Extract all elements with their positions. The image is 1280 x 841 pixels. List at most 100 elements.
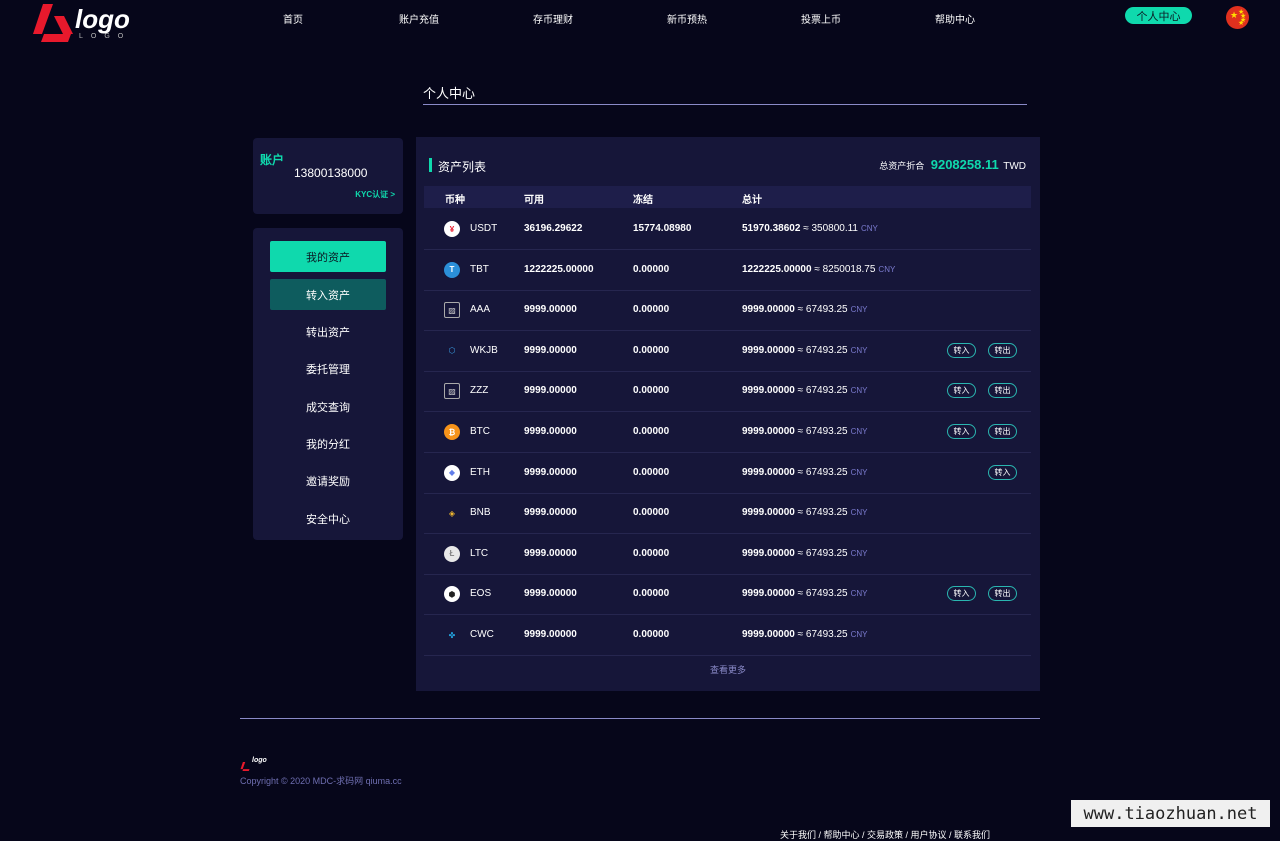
total-amount: 9999.00000 ≈ 67493.25 CNY — [742, 507, 868, 518]
coin-symbol: CWC — [470, 629, 494, 640]
total-amount-value: 9999.00000 — [742, 588, 795, 600]
footer-links[interactable]: 关于我们 / 帮助中心 / 交易政策 / 用户协议 / 联系我们 — [780, 828, 990, 841]
menu-invite[interactable]: 邀请奖励 — [270, 465, 386, 496]
nav-help[interactable]: 帮助中心 — [935, 11, 975, 26]
total-amount: 9999.00000 ≈ 67493.25 CNY — [742, 588, 868, 599]
approx-value: ≈ 67493.25 — [797, 547, 848, 559]
nav-vote-listing[interactable]: 投票上币 — [801, 11, 841, 26]
menu-orders[interactable]: 委托管理 — [270, 353, 386, 384]
table-row: ▨ ZZZ 9999.00000 0.00000 9999.00000 ≈ 67493.… — [424, 371, 1031, 413]
available-amount: 9999.00000 — [524, 629, 577, 640]
cn-flag-icon[interactable]: ★ ★ ★ ★ ★ — [1226, 6, 1249, 29]
total-amount-value: 51970.38602 — [742, 223, 801, 234]
top-header: logo LOGO 首页 账户充值 存币理财 新币预热 投票上币 帮助中心 个人… — [0, 0, 1280, 42]
view-more-link[interactable]: 查看更多 — [416, 663, 1040, 676]
frozen-amount: 0.00000 — [633, 507, 670, 519]
coin-symbol: BNB — [470, 507, 491, 519]
currency-unit: CNY — [850, 589, 868, 599]
total-amount-value: 9999.00000 — [742, 547, 795, 559]
menu-security[interactable]: 安全中心 — [270, 503, 386, 534]
coin-symbol: ZZZ — [470, 385, 489, 397]
nav-home[interactable]: 首页 — [283, 11, 303, 26]
frozen-amount: 0.00000 — [633, 385, 670, 397]
tbt-icon: T — [444, 261, 460, 278]
transfer-out-button[interactable]: 转出 — [988, 342, 1017, 358]
total-amount-value: 9999.00000 — [742, 426, 795, 437]
broken-image-icon: ▨ — [444, 383, 460, 400]
menu-my-assets[interactable]: 我的资产 — [270, 241, 386, 272]
asset-panel: 资产列表 总资产折合 9208258.11 TWD 币种 可用 冻结 总计 ¥ U… — [416, 137, 1040, 691]
available-amount: 9999.00000 — [524, 304, 577, 316]
nav-savings[interactable]: 存币理财 — [533, 11, 573, 26]
transfer-in-button[interactable]: 转入 — [947, 383, 976, 399]
frozen-amount: 0.00000 — [633, 304, 670, 316]
coin-symbol: USDT — [470, 223, 498, 234]
total-amount: 51970.38602 ≈ 350800.11 CNY — [742, 223, 878, 234]
total-amount-value: 1222225.00000 — [742, 263, 812, 275]
logo-mark-icon — [33, 4, 73, 42]
bnb-icon: ◈ — [448, 508, 456, 518]
coin-symbol: AAA — [470, 304, 491, 316]
menu-transfer-out[interactable]: 转出资产 — [270, 316, 386, 347]
transfer-out-button[interactable]: 转出 — [988, 383, 1017, 399]
table-header: 币种 可用 冻结 总计 — [424, 186, 1031, 208]
col-coin: 币种 — [445, 195, 465, 206]
total-amount: 9999.00000 ≈ 67493.25 CNY — [742, 629, 868, 640]
menu-dividends[interactable]: 我的分红 — [270, 428, 386, 459]
table-row: ₿ BTC 9999.00000 0.00000 9999.00000 ≈ 67493.… — [424, 412, 1031, 453]
currency-unit: CNY — [850, 386, 868, 396]
total-amount-value: 9999.00000 — [742, 344, 795, 356]
transfer-in-button[interactable]: 转入 — [947, 342, 976, 358]
total-assets: 总资产折合 9208258.11 TWD — [879, 157, 1026, 172]
col-available: 可用 — [524, 195, 544, 206]
currency-unit: CNY — [850, 467, 868, 477]
account-phone: 13800138000 — [294, 166, 368, 180]
logo-subtext: LOGO — [79, 33, 132, 40]
asset-list-title: 资产列表 — [438, 160, 487, 174]
site-logo[interactable]: logo LOGO — [33, 4, 130, 42]
currency-unit: CNY — [850, 305, 868, 315]
coin-symbol: TBT — [470, 263, 489, 275]
total-amount: 9999.00000 ≈ 67493.25 CNY — [742, 426, 868, 437]
nav-deposit[interactable]: 账户充值 — [399, 11, 439, 26]
menu-trades[interactable]: 成交查询 — [270, 391, 386, 422]
currency-unit: CNY — [860, 224, 878, 233]
total-amount: 9999.00000 ≈ 67493.25 CNY — [742, 304, 868, 315]
kyc-link[interactable]: KYC认证 > — [355, 189, 395, 200]
total-amount: 9999.00000 ≈ 67493.25 CNY — [742, 345, 868, 356]
transfer-in-button[interactable]: 转入 — [947, 586, 976, 602]
page-title: 个人中心 — [423, 86, 476, 101]
total-amount: 1222225.00000 ≈ 8250018.75 CNY — [742, 264, 895, 275]
coin-symbol: EOS — [470, 588, 492, 600]
currency-unit: CNY — [850, 508, 868, 518]
available-amount: 36196.29622 — [524, 223, 583, 234]
transfer-in-button[interactable]: 转入 — [988, 464, 1017, 480]
approx-value: ≈ 8250018.75 — [814, 263, 876, 275]
frozen-amount: 0.00000 — [633, 344, 670, 356]
nav-new-coins[interactable]: 新币预热 — [667, 11, 707, 26]
transfer-out-button[interactable]: 转出 — [988, 586, 1017, 602]
table-row: T TBT 1222225.00000 0.00000 1222225.00000 ≈ … — [424, 250, 1031, 291]
footer-logo-text: logo — [252, 757, 267, 764]
transfer-out-button[interactable]: 转出 — [988, 424, 1017, 439]
coin-symbol: WKJB — [470, 344, 498, 356]
footer-divider — [240, 718, 1040, 719]
table-row: ▨ AAA 9999.00000 0.00000 9999.00000 ≈ 67493.… — [424, 290, 1031, 332]
account-card: 账户 13800138000 KYC认证 > — [253, 138, 403, 214]
frozen-amount: 0.00000 — [633, 263, 670, 275]
approx-value: ≈ 67493.25 — [797, 629, 848, 640]
usdt-icon: ¥ — [444, 221, 460, 237]
available-amount: 9999.00000 — [524, 466, 577, 478]
currency-unit: CNY — [850, 427, 868, 436]
coin-symbol: ETH — [470, 466, 490, 478]
frozen-amount: 0.00000 — [633, 426, 670, 437]
menu-transfer-in[interactable]: 转入资产 — [270, 279, 386, 310]
title-accent-bar — [429, 158, 432, 172]
account-label: 账户 — [260, 153, 285, 167]
personal-center-button[interactable]: 个人中心 — [1125, 7, 1192, 24]
total-amount: 9999.00000 ≈ 67493.25 CNY — [742, 467, 868, 478]
approx-value: ≈ 350800.11 — [803, 223, 858, 234]
transfer-in-button[interactable]: 转入 — [947, 424, 976, 439]
watermark: www.tiaozhuan.net — [1071, 800, 1270, 827]
side-menu: 我的资产 转入资产 转出资产 委托管理 成交查询 我的分红 邀请奖励 安全中心 — [253, 228, 403, 540]
